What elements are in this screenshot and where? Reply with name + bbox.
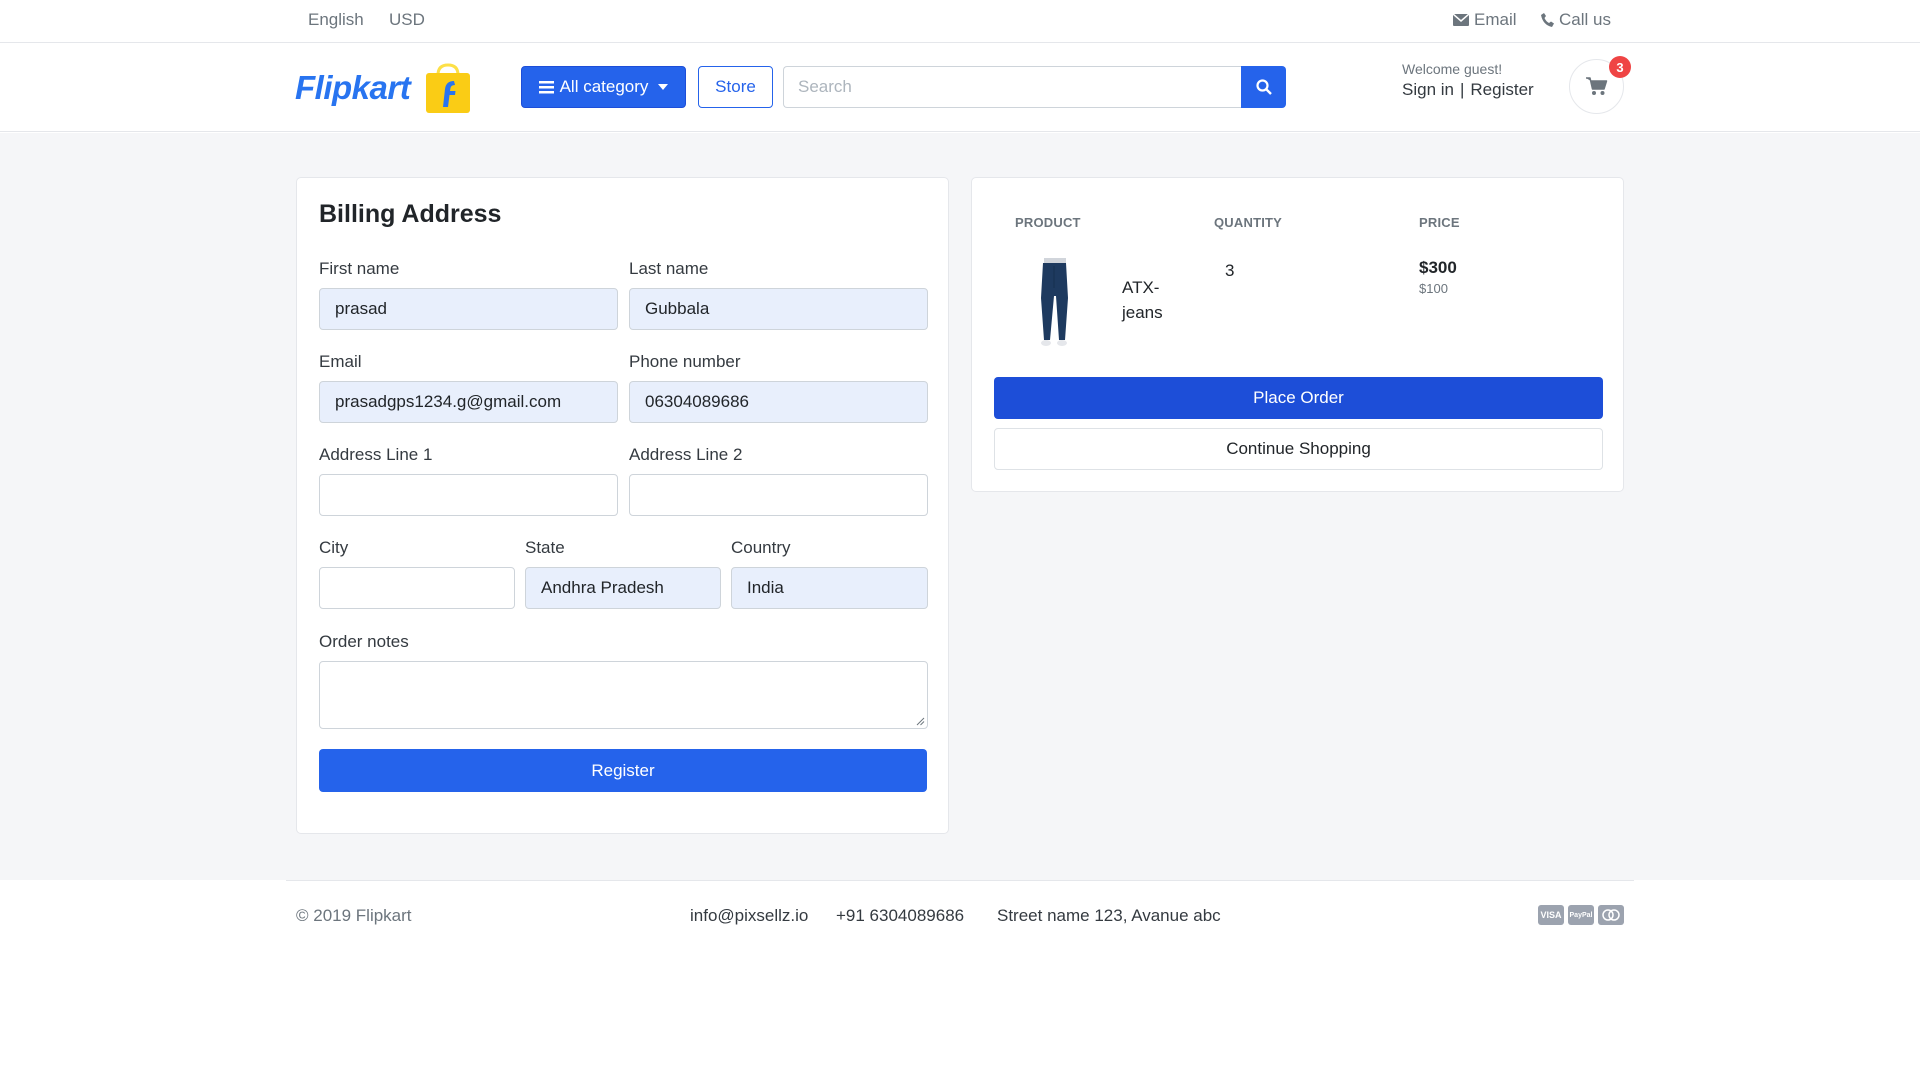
address-line-2-label: Address Line 2 [629,445,743,464]
language-selector[interactable]: English [308,10,364,30]
email-link-label: Email [1474,10,1517,29]
caret-down-icon [658,84,669,90]
phone-label: Phone number [629,352,741,371]
billing-title: Billing Address [319,200,502,228]
product-unit-price: $100 [1419,281,1448,296]
brand-logo[interactable]: Flipkart [295,63,472,113]
search-bar [783,66,1286,108]
phone-icon [1541,13,1554,27]
account-links: Sign in | Register [1402,80,1534,100]
search-input[interactable] [783,66,1241,108]
quantity-column-header: QUANTITY [1214,215,1283,230]
store-button[interactable]: Store [698,66,773,108]
call-link[interactable]: Call us [1541,10,1611,30]
main-header: Flipkart All category Store Welcome gues… [0,43,1920,132]
email-field[interactable]: prasadgps1234.g@gmail.com [319,381,618,423]
link-separator: | [1459,80,1465,99]
state-label: State [525,538,565,557]
country-field[interactable]: India [731,567,928,609]
resize-grip-icon[interactable] [915,716,925,726]
city-label: City [319,538,349,557]
currency-selector[interactable]: USD [389,10,425,30]
page-footer: © 2019 Flipkart info@pixsellz.io +91 630… [0,880,1920,1080]
billing-address-card: Billing Address First name prasad Last n… [296,177,949,834]
account-area: Welcome guest! Sign in | Register [1402,61,1534,100]
product-name: ATX-jeans [1122,278,1163,322]
search-icon [1255,79,1272,95]
visa-icon: VISA [1538,905,1564,925]
search-button[interactable] [1241,66,1286,108]
shopping-cart-icon [1585,77,1607,95]
last-name-label: Last name [629,259,709,278]
address-line-2-field[interactable] [629,474,928,516]
footer-email[interactable]: info@pixsellz.io [690,906,808,926]
all-category-button[interactable]: All category [521,66,686,108]
email-label: Email [319,352,362,371]
phone-field[interactable]: 06304089686 [629,381,928,423]
top-bar: English USD Email Call us [0,0,1920,43]
order-notes-label: Order notes [319,632,409,651]
product-thumbnail-jeans[interactable] [1032,258,1077,350]
address-line-1-field[interactable] [319,474,618,516]
paypal-icon: PayPal [1568,905,1594,925]
register-button[interactable]: Register [319,749,927,792]
sign-in-link[interactable]: Sign in [1402,80,1454,100]
email-link[interactable]: Email [1453,10,1517,30]
cart-button[interactable]: 3 [1569,56,1631,114]
shopping-bag-logo-icon [426,63,471,113]
logo-text: Flipkart [295,69,411,106]
country-label: Country [731,538,791,557]
footer-divider [286,880,1634,881]
product-total-price: $300 [1419,258,1457,277]
continue-shopping-button[interactable]: Continue Shopping [994,428,1603,470]
last-name-field[interactable]: Gubbala [629,288,928,330]
address-line-1-label: Address Line 1 [319,445,433,464]
city-field[interactable] [319,567,515,609]
order-notes-field[interactable] [319,661,928,729]
all-category-label: All category [559,77,649,96]
cart-count-badge: 3 [1609,56,1631,78]
copyright-text: © 2019 Flipkart [296,906,412,925]
place-order-button[interactable]: Place Order [994,377,1603,419]
register-link[interactable]: Register [1470,80,1533,100]
product-quantity: 3 [1225,261,1235,280]
call-link-label: Call us [1559,10,1611,29]
welcome-text: Welcome guest! [1402,61,1503,77]
envelope-icon [1453,14,1469,26]
footer-address: Street name 123, Avanue abc [997,906,1221,925]
mastercard-circles [1602,909,1620,921]
first-name-field[interactable]: prasad [319,288,618,330]
state-field[interactable]: Andhra Pradesh [525,567,721,609]
price-column-header: PRICE [1419,215,1460,230]
menu-icon [538,80,554,93]
checkout-main: Billing Address First name prasad Last n… [0,133,1920,880]
footer-phone[interactable]: +91 6304089686 [836,906,964,926]
order-summary-card: PRODUCT QUANTITY PRICE ATX-jeans 3 $300 … [971,177,1624,492]
mastercard-icon: MC [1598,905,1624,925]
product-column-header: PRODUCT [1015,215,1081,230]
first-name-label: First name [319,259,400,278]
